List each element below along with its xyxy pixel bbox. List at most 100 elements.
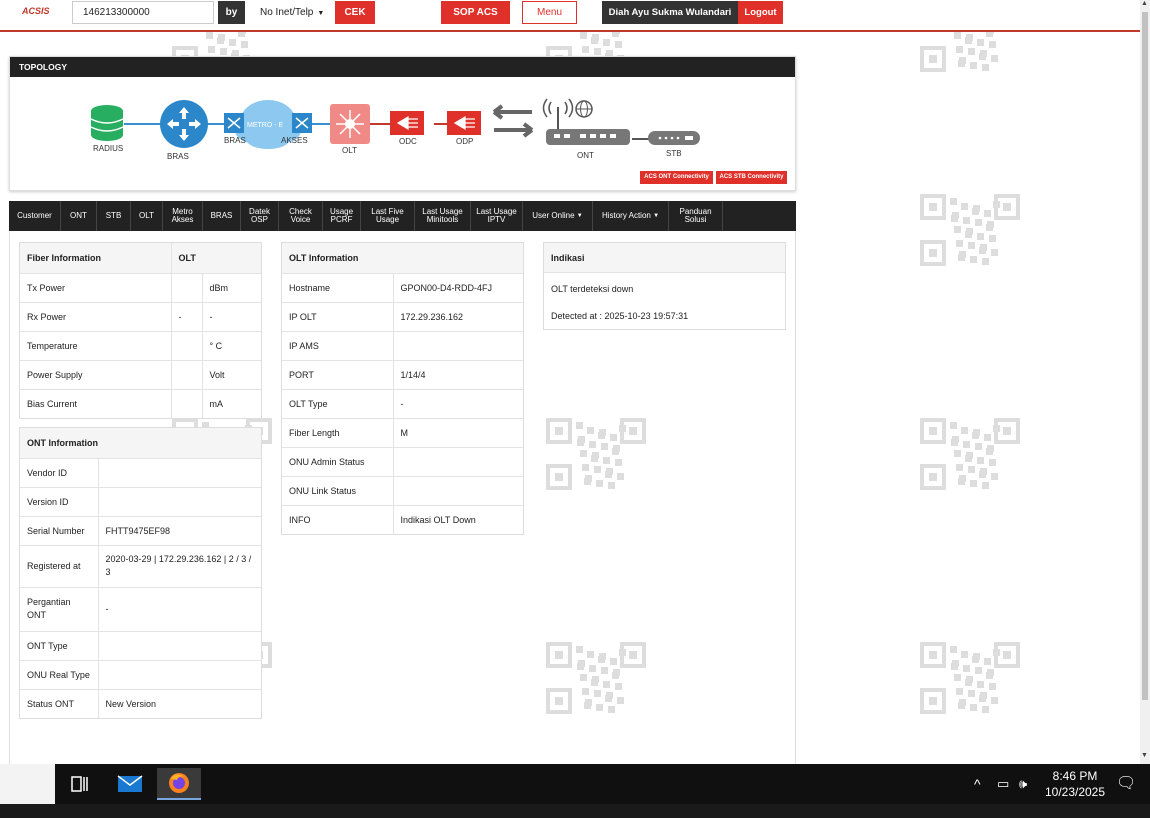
tab-ont[interactable]: ONT [61,201,97,231]
search-input[interactable]: 146213300000 [72,1,214,24]
logout-button[interactable]: Logout [738,1,783,24]
fiber-unit: mA [209,398,224,409]
olt-info-label: INFO [282,505,394,534]
tab-usage-pcrf[interactable]: Usage PCRF [323,201,361,231]
tab-check-voice[interactable]: Check Voice [279,201,323,231]
fiber-label: Temperature [20,331,172,361]
ont-info-label: ONU Real Type [20,660,99,690]
node-label-radius: RADIUS [93,144,123,153]
scrollbar-thumb[interactable] [1142,12,1148,700]
odp-icon[interactable] [447,111,481,135]
globe-icon [575,100,593,118]
bras-router-icon[interactable] [160,100,208,148]
by-label: by [218,1,245,24]
tab-history-action[interactable]: History Action ▼ [593,201,669,231]
node-label-stb: STB [666,149,682,158]
node-label-bras: BRAS [167,152,189,161]
radius-icon[interactable] [90,105,124,141]
user-name: Diah Ayu Sukma Wulandari [602,1,738,24]
tab-olt[interactable]: OLT [131,201,163,231]
odc-icon[interactable] [390,111,424,135]
indikasi-panel: Indikasi OLT terdeteksi down Detected at… [543,242,786,330]
ont-info-label: Status ONT [20,689,99,718]
tab-datek-osp[interactable]: Datek OSP [241,201,279,231]
search-type-value: No Inet/Telp [260,7,314,18]
vertical-scrollbar[interactable]: ▲ ▼ [1140,0,1150,764]
sop-acs-button[interactable]: SOP ACS [441,1,510,24]
acs-stb-connectivity-button[interactable]: ACS STB Connectivity [716,171,787,184]
tab-history-action-label: History Action [601,211,651,220]
top-bar: ACSIS 146213300000 by No Inet/Telp ▼ CEK … [0,0,1140,32]
app-logo[interactable]: ACSIS [22,6,50,16]
tab-user-online[interactable]: User Online ▼ [523,201,593,231]
node-label-odp: ODP [456,137,473,146]
fiber-unit: - [202,302,261,332]
olt-info-label: ONU Link Status [282,476,394,506]
akses-switch-icon[interactable] [292,113,312,133]
ont-info-label: Registered at [20,545,99,588]
bras-switch-icon[interactable] [224,113,244,133]
clock-time: 8:46 PM [1052,769,1098,783]
taskbar-search-area[interactable] [0,764,55,804]
ont-info-value: FHTT9475EF98 [98,516,261,546]
olt-info-label: PORT [282,360,394,390]
tab-customer[interactable]: Customer [9,201,61,231]
indikasi-status: OLT terdeteksi down [551,284,634,294]
fiber-value [171,360,203,390]
tab-bras[interactable]: BRAS [203,201,241,231]
fiber-value: - [171,302,203,332]
node-label-bras-2: BRAS [224,136,246,145]
tab-panduan-solusi[interactable]: Panduan Solusi [669,201,723,231]
qr-watermark [920,642,1020,714]
tab-stb[interactable]: STB [97,201,131,231]
olt-info-value: GPON00-D4-RDD-4FJ [393,273,523,303]
olt-information-panel: OLT Information Hostname GPON00-D4-RDD-4F… [281,242,524,535]
tab-navigation: Customer ONT STB OLT Metro Akses BRAS Dat… [9,201,796,231]
fiber-label: Bias Current [20,389,172,418]
system-clock[interactable]: 8:46 PM 10/23/2025 [1040,768,1110,800]
metro-label: METRO - E [247,122,283,129]
task-view-icon[interactable] [58,768,102,800]
menu-button[interactable]: Menu [522,1,577,24]
tab-last-usage-iptv[interactable]: Last Usage IPTV [471,201,523,231]
ont-info-title: ONT Information [20,428,261,459]
volume-icon[interactable]: 🕪 [1019,776,1027,792]
tab-last-usage-minitools[interactable]: Last Usage Minitools [415,201,471,231]
olt-icon[interactable] [330,104,370,144]
fiber-label: Power Supply [20,360,172,390]
chevron-down-icon: ▼ [653,213,660,219]
fiber-unit: dBm [202,273,261,303]
ont-info-label: Serial Number [20,516,99,546]
firefox-icon[interactable] [157,768,201,800]
acs-ont-connectivity-button[interactable]: ACS ONT Connectivity [640,171,713,184]
network-icon[interactable]: ▭ [997,776,1009,792]
tab-last-five-usage[interactable]: Last Five Usage [361,201,415,231]
olt-info-label: OLT Type [282,389,394,419]
node-label-ont: ONT [577,151,594,160]
topology-panel: TOPOLOGY RADIUS BRAS METRO - E BRAS AKSE… [9,56,796,191]
indikasi-title: Indikasi [544,243,785,273]
ont-info-value [98,660,261,690]
cek-button[interactable]: CEK [335,1,375,24]
scroll-down-icon[interactable]: ▼ [1141,752,1148,759]
notification-icon[interactable]: 🗨 [1116,773,1136,793]
chevron-up-icon[interactable]: ^ [974,776,981,792]
olt-info-label: Fiber Length [282,418,394,448]
search-type-select[interactable]: No Inet/Telp ▼ [252,1,334,24]
olt-info-value: M [393,418,523,448]
ont-info-value [98,458,261,488]
mail-icon[interactable] [108,768,152,800]
ont-info-value [98,487,261,517]
tab-user-online-label: User Online [532,211,575,220]
olt-info-label: IP OLT [282,302,394,332]
olt-info-label: ONU Admin Status [282,447,394,477]
scroll-up-icon[interactable]: ▲ [1141,0,1148,7]
ont-info-value [98,631,261,661]
olt-info-value: 1/14/4 [393,360,523,390]
fiber-unit: ° C [202,331,261,361]
stb-icon[interactable] [648,131,700,145]
olt-info-label: Hostname [282,273,394,303]
fiber-title: Fiber Information [20,243,172,274]
tab-metro-akses[interactable]: Metro Akses [163,201,203,231]
olt-info-value [393,476,523,506]
